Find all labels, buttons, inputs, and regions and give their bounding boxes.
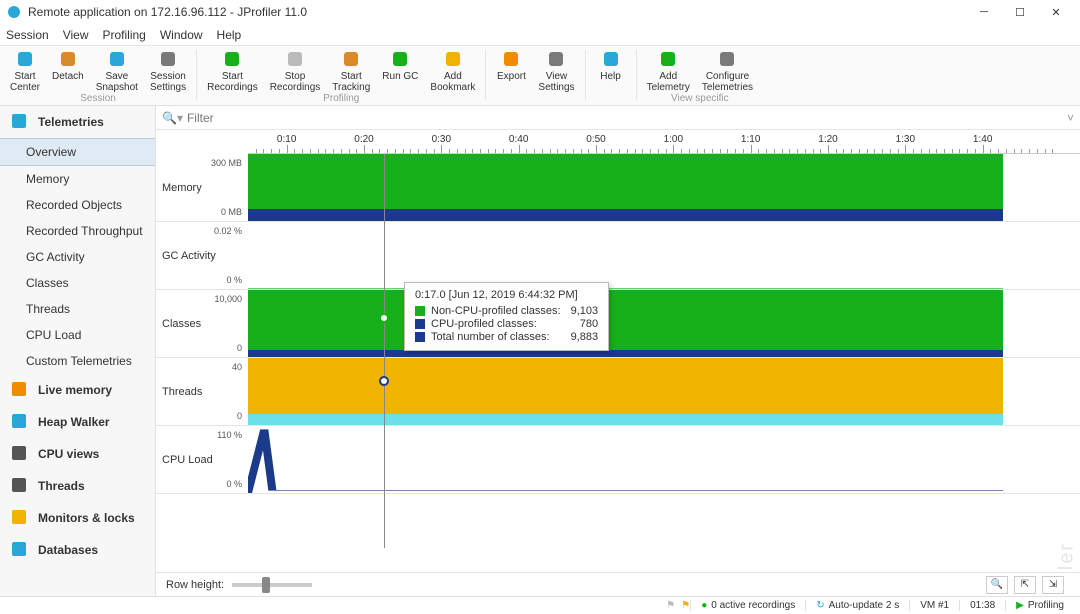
- app-icon: [6, 4, 22, 20]
- sidebar-item-overview[interactable]: Overview: [0, 138, 155, 166]
- toolbar-stop-recordings[interactable]: StopRecordings: [264, 46, 327, 93]
- statusbar: ⚑ ⚑ ●0 active recordings ↻Auto-update 2 …: [0, 596, 1080, 614]
- row-height-label: Row height:: [166, 579, 224, 591]
- chart-cpu-load[interactable]: [248, 426, 1060, 493]
- sidebar-item-recorded-throughput[interactable]: Recorded Throughput: [0, 218, 155, 244]
- chart-label-gc-activity: GC Activity: [162, 250, 216, 262]
- sidebar-section-cpu-views[interactable]: CPU views: [0, 438, 155, 470]
- toolbar-run gc[interactable]: Run GC: [376, 46, 424, 93]
- menu-window[interactable]: Window: [160, 28, 203, 42]
- filter-input[interactable]: [183, 111, 1067, 125]
- watermark: JProfiler: [1055, 542, 1078, 572]
- titlebar: Remote application on 172.16.96.112 - JP…: [0, 0, 1080, 24]
- status-time: 01:38: [959, 600, 1005, 611]
- status-auto-update[interactable]: ↻Auto-update 2 s: [805, 600, 909, 611]
- status-mode: ▶Profiling: [1005, 600, 1074, 611]
- window-title: Remote application on 172.16.96.112 - JP…: [28, 5, 966, 19]
- minimize-button[interactable]: ─: [966, 1, 1002, 23]
- status-vm: VM #1: [909, 600, 959, 611]
- toolbar-save-snapshot[interactable]: SaveSnapshot: [90, 46, 144, 93]
- time-cursor: [384, 154, 385, 548]
- sidebar-item-classes[interactable]: Classes: [0, 270, 155, 296]
- chart-memory[interactable]: [248, 154, 1060, 221]
- time-ruler: 0:100:200:300:400:501:001:101:201:301:40: [248, 130, 1080, 154]
- dropdown-icon[interactable]: ˅: [1067, 111, 1074, 125]
- chart-label-memory: Memory: [162, 182, 202, 194]
- marker-classes-top: [379, 313, 389, 323]
- close-button[interactable]: ✕: [1038, 1, 1074, 23]
- row-height-bar: Row height: 🔍 ⇱ ⇲: [156, 572, 1080, 596]
- toolbar-view-settings[interactable]: ViewSettings: [532, 46, 580, 93]
- status-recordings[interactable]: ●0 active recordings: [690, 600, 805, 611]
- sidebar-section-monitors-&-locks[interactable]: Monitors & locks: [0, 502, 155, 534]
- toolbar-help[interactable]: Help: [590, 46, 632, 82]
- toolbar-configure-telemetries[interactable]: ConfigureTelemetries: [696, 46, 759, 93]
- chart-threads[interactable]: [248, 358, 1060, 425]
- menu-session[interactable]: Session: [6, 28, 49, 42]
- sidebar-item-custom-telemetries[interactable]: Custom Telemetries: [0, 348, 155, 374]
- tooltip-row: Non-CPU-profiled classes:9,103: [415, 305, 598, 317]
- sidebar-item-recorded-objects[interactable]: Recorded Objects: [0, 192, 155, 218]
- tooltip-row: Total number of classes:9,883: [415, 331, 598, 343]
- sidebar: TelemetriesOverviewMemoryRecorded Object…: [0, 106, 156, 596]
- menu-help[interactable]: Help: [217, 28, 242, 42]
- row-height-slider[interactable]: [232, 583, 312, 587]
- menu-view[interactable]: View: [63, 28, 89, 42]
- toolbar-start-center[interactable]: StartCenter: [4, 46, 46, 93]
- toolbar-start-tracking[interactable]: StartTracking: [326, 46, 376, 93]
- sidebar-section-threads[interactable]: Threads: [0, 470, 155, 502]
- zoom-button[interactable]: 🔍: [986, 576, 1008, 594]
- marker-classes-bottom: [379, 376, 389, 386]
- chart-tooltip: 0:17.0 [Jun 12, 2019 6:44:32 PM] Non-CPU…: [404, 282, 609, 351]
- flag-grey-icon[interactable]: ⚑: [666, 600, 675, 611]
- sidebar-item-threads[interactable]: Threads: [0, 296, 155, 322]
- expand-button[interactable]: ⇲: [1042, 576, 1064, 594]
- sidebar-section-heap-walker[interactable]: Heap Walker: [0, 406, 155, 438]
- sidebar-item-gc-activity[interactable]: GC Activity: [0, 244, 155, 270]
- sidebar-section-databases[interactable]: Databases: [0, 534, 155, 566]
- charts-area: 0:100:200:300:400:501:001:101:201:301:40…: [156, 130, 1080, 572]
- chart-label-classes: Classes: [162, 318, 201, 330]
- sidebar-item-memory[interactable]: Memory: [0, 166, 155, 192]
- toolbar-session-settings[interactable]: SessionSettings: [144, 46, 192, 93]
- chart-label-cpu-load: CPU Load: [162, 454, 213, 466]
- fit-button[interactable]: ⇱: [1014, 576, 1036, 594]
- sidebar-section-live-memory[interactable]: Live memory: [0, 374, 155, 406]
- sidebar-item-cpu-load[interactable]: CPU Load: [0, 322, 155, 348]
- sidebar-section-telemetries[interactable]: Telemetries: [0, 106, 155, 138]
- toolbar-start-recordings[interactable]: StartRecordings: [201, 46, 264, 93]
- chart-classes[interactable]: [248, 290, 1060, 357]
- tooltip-time: 0:17.0 [Jun 12, 2019 6:44:32 PM]: [415, 289, 598, 301]
- toolbar-export[interactable]: Export: [490, 46, 532, 93]
- menubar: Session View Profiling Window Help: [0, 24, 1080, 46]
- maximize-button[interactable]: ☐: [1002, 1, 1038, 23]
- tooltip-row: CPU-profiled classes:780: [415, 318, 598, 330]
- toolbar-add-telemetry[interactable]: AddTelemetry: [641, 46, 696, 93]
- chart-label-threads: Threads: [162, 386, 202, 398]
- search-icon: 🔍▾: [162, 111, 183, 125]
- toolbar-detach[interactable]: Detach: [46, 46, 90, 93]
- menu-profiling[interactable]: Profiling: [103, 28, 146, 42]
- flag-yellow-icon[interactable]: ⚑: [681, 600, 690, 611]
- toolbar: StartCenterDetachSaveSnapshotSessionSett…: [0, 46, 1080, 106]
- filter-bar: 🔍▾ ˅: [156, 106, 1080, 130]
- chart-gc-activity[interactable]: [248, 222, 1060, 289]
- toolbar-add-bookmark[interactable]: AddBookmark: [424, 46, 481, 93]
